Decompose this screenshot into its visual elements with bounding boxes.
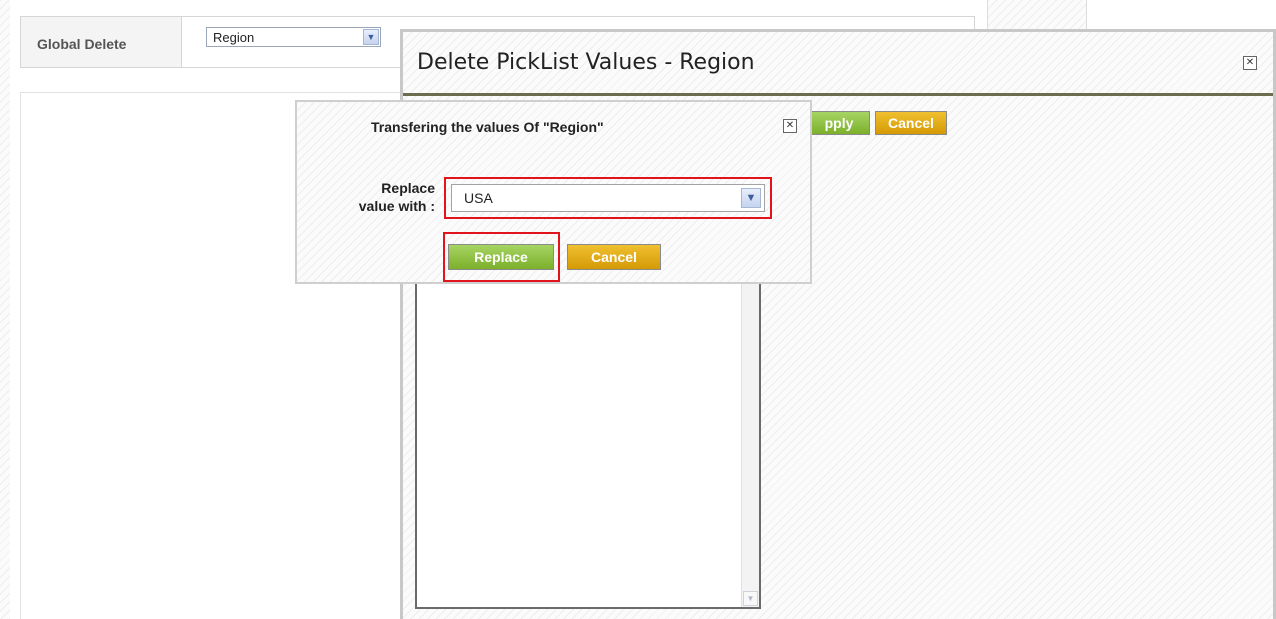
picklist-field-value: Region	[213, 30, 255, 45]
picklist-field-select[interactable]: Region ▼	[206, 27, 381, 47]
list-scrollbar[interactable]: ▼	[741, 280, 759, 607]
chevron-down-icon[interactable]: ▼	[741, 188, 761, 208]
right-column	[987, 0, 1087, 30]
replace-button[interactable]: Replace	[448, 244, 554, 270]
close-icon[interactable]: ✕	[1243, 56, 1257, 70]
title-divider	[403, 93, 1273, 96]
chevron-down-icon[interactable]: ▼	[363, 29, 379, 45]
picklist-values-list[interactable]: ▼	[415, 278, 761, 609]
replace-value-selected: USA	[464, 190, 493, 206]
replace-value-label: Replace value with :	[299, 179, 435, 215]
left-border-strip	[0, 0, 10, 619]
replace-value-select[interactable]: USA ▼	[451, 184, 765, 212]
apply-button[interactable]: pply	[808, 111, 870, 135]
dialog-title: Delete PickList Values - Region	[417, 50, 755, 75]
global-delete-label: Global Delete	[37, 36, 127, 52]
transfer-values-dialog: Transfering the values Of "Region" ✕ Rep…	[295, 100, 812, 284]
transfer-dialog-title: Transfering the values Of "Region"	[371, 119, 604, 135]
close-icon[interactable]: ✕	[783, 119, 797, 133]
cancel-button[interactable]: Cancel	[875, 111, 947, 135]
replace-label-line-1: Replace	[381, 180, 435, 196]
replace-label-line-2: value with :	[358, 198, 435, 214]
transfer-cancel-button[interactable]: Cancel	[567, 244, 661, 270]
scroll-down-icon[interactable]: ▼	[743, 591, 758, 606]
